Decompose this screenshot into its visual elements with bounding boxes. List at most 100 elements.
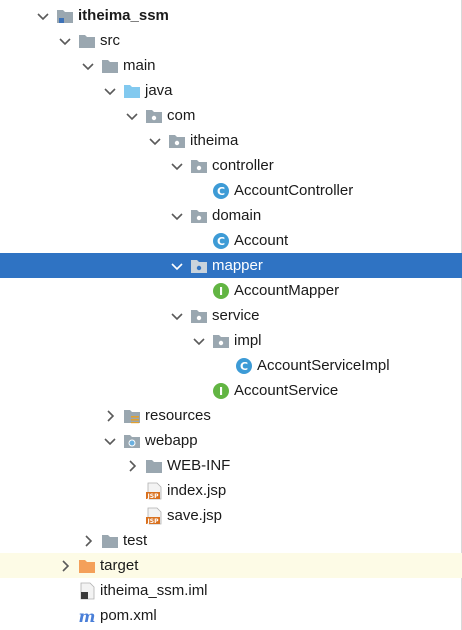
tree-node-controller[interactable]: controller [0, 153, 462, 178]
project-tree: itheima_ssm src main java com itheima co… [0, 0, 462, 630]
tree-node-label: com [167, 107, 196, 124]
package-icon [168, 132, 186, 150]
tree-node-label: itheima [190, 132, 239, 149]
svg-text:m: m [79, 607, 96, 625]
tree-node-label: target [100, 557, 139, 574]
tree-node-label: java [145, 82, 173, 99]
chevron-down-icon[interactable] [101, 432, 119, 450]
class-icon: C [212, 232, 230, 250]
jsp-file-icon: JSP [145, 482, 163, 500]
iml-file-icon [78, 582, 96, 600]
tree-node-domain[interactable]: domain [0, 203, 462, 228]
chevron-down-icon[interactable] [168, 157, 186, 175]
tree-node-label: resources [145, 407, 211, 424]
tree-node-resources[interactable]: resources [0, 403, 462, 428]
interface-icon: I [212, 282, 230, 300]
chevron-down-icon[interactable] [79, 57, 97, 75]
package-icon [190, 257, 208, 275]
tree-node-label: AccountService [234, 382, 339, 399]
web-folder-icon [123, 432, 141, 450]
chevron-right-icon[interactable] [79, 532, 97, 550]
tree-node-src[interactable]: src [0, 28, 462, 53]
tree-node-webapp[interactable]: webapp [0, 428, 462, 453]
svg-text:C: C [217, 185, 225, 198]
tree-node-mapper[interactable]: mapper [0, 253, 462, 278]
chevron-down-icon[interactable] [190, 332, 208, 350]
chevron-right-icon[interactable] [56, 557, 74, 575]
chevron-right-icon[interactable] [123, 457, 141, 475]
class-icon: C [212, 182, 230, 200]
svg-text:C: C [217, 235, 225, 248]
folder-icon [101, 57, 119, 75]
tree-node-itheima[interactable]: itheima [0, 128, 462, 153]
tree-node-account[interactable]: C Account [0, 228, 462, 253]
package-icon [212, 332, 230, 350]
package-icon [145, 107, 163, 125]
chevron-down-icon[interactable] [34, 7, 52, 25]
tree-node-label: itheima_ssm.iml [100, 582, 208, 599]
resources-folder-icon [123, 407, 141, 425]
tree-node-label: AccountController [234, 182, 354, 199]
chevron-down-icon[interactable] [168, 257, 186, 275]
maven-icon: m [78, 607, 96, 625]
tree-node-label: mapper [212, 257, 263, 274]
tree-node-label: impl [234, 332, 262, 349]
tree-node-itheima-ssm[interactable]: itheima_ssm [0, 3, 462, 28]
tree-node-label: webapp [145, 432, 198, 449]
tree-node-label: test [123, 532, 148, 549]
chevron-down-icon[interactable] [56, 32, 74, 50]
tree-node-java[interactable]: java [0, 78, 462, 103]
module-folder-icon [56, 7, 74, 25]
chevron-down-icon[interactable] [101, 82, 119, 100]
tree-node-com[interactable]: com [0, 103, 462, 128]
tree-node-label: Account [234, 232, 289, 249]
tree-node-label: controller [212, 157, 274, 174]
package-icon [190, 157, 208, 175]
tree-node-label: index.jsp [167, 482, 227, 499]
package-icon [190, 307, 208, 325]
svg-text:C: C [240, 360, 248, 373]
tree-node-label: domain [212, 207, 262, 224]
tree-node-account-service[interactable]: I AccountService [0, 378, 462, 403]
interface-icon: I [212, 382, 230, 400]
tree-node-target[interactable]: target [0, 553, 462, 578]
svg-text:I: I [219, 385, 223, 398]
tree-node-label: save.jsp [167, 507, 223, 524]
tree-node-label: AccountServiceImpl [257, 357, 390, 374]
tree-node-main[interactable]: main [0, 53, 462, 78]
excluded-folder-icon [78, 557, 96, 575]
tree-node-service[interactable]: service [0, 303, 462, 328]
svg-text:I: I [219, 285, 223, 298]
chevron-down-icon[interactable] [168, 307, 186, 325]
jsp-file-icon: JSP [145, 507, 163, 525]
chevron-down-icon[interactable] [146, 132, 164, 150]
folder-icon [145, 457, 163, 475]
tree-node-impl[interactable]: impl [0, 328, 462, 353]
tree-node-pom[interactable]: m pom.xml [0, 603, 462, 628]
source-folder-icon [123, 82, 141, 100]
tree-node-save-jsp[interactable]: JSP save.jsp [0, 503, 462, 528]
tree-node-account-service-impl[interactable]: C AccountServiceImpl [0, 353, 462, 378]
package-icon [190, 207, 208, 225]
tree-node-web-inf[interactable]: WEB-INF [0, 453, 462, 478]
folder-icon [78, 32, 96, 50]
svg-text:JSP: JSP [147, 493, 160, 500]
tree-node-label: service [212, 307, 260, 324]
folder-icon [101, 532, 119, 550]
chevron-down-icon[interactable] [123, 107, 141, 125]
class-icon: C [235, 357, 253, 375]
chevron-right-icon[interactable] [101, 407, 119, 425]
tree-node-label: main [123, 57, 156, 74]
tree-node-label: WEB-INF [167, 457, 231, 474]
svg-text:JSP: JSP [147, 518, 160, 525]
tree-node-label: itheima_ssm [78, 7, 169, 24]
chevron-down-icon[interactable] [168, 207, 186, 225]
tree-node-index-jsp[interactable]: JSP index.jsp [0, 478, 462, 503]
tree-node-label: AccountMapper [234, 282, 340, 299]
tree-node-label: pom.xml [100, 607, 157, 624]
tree-node-account-mapper[interactable]: I AccountMapper [0, 278, 462, 303]
tree-node-account-controller[interactable]: C AccountController [0, 178, 462, 203]
tree-node-iml[interactable]: itheima_ssm.iml [0, 578, 462, 603]
tree-node-test[interactable]: test [0, 528, 462, 553]
tree-node-label: src [100, 32, 120, 49]
